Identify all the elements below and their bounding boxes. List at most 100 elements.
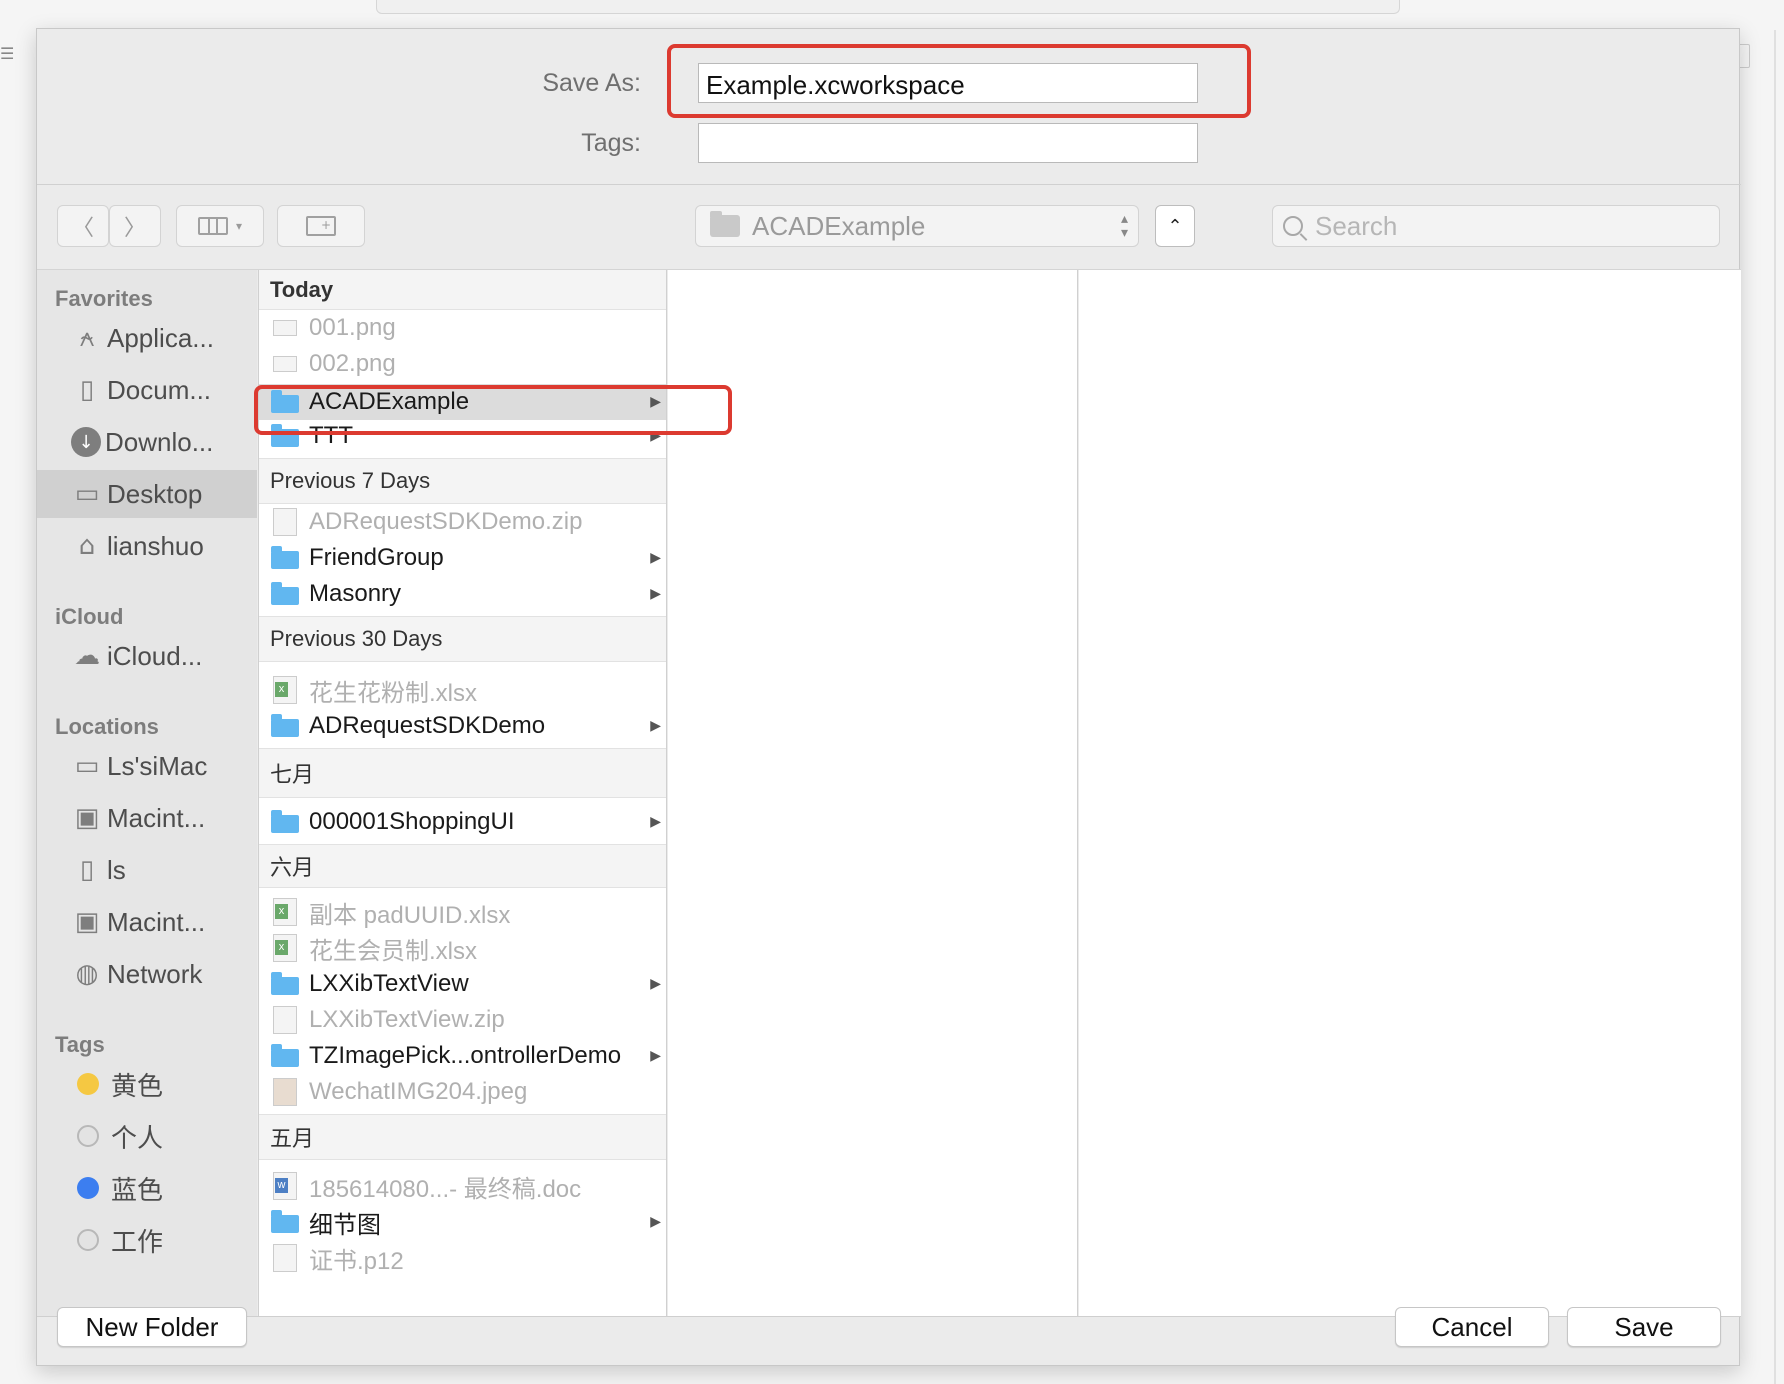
list-item[interactable]: 细节图 ▶ <box>259 1206 666 1239</box>
sidebar-item-mac[interactable]: ▭ Ls'siMac <box>37 742 257 790</box>
list-item[interactable]: 185614080...- 最终稿.doc <box>259 1170 666 1203</box>
list-item[interactable]: 001.png <box>259 312 666 344</box>
toolbar-divider <box>37 184 1741 185</box>
list-item[interactable]: 000001ShoppingUI ▶ <box>259 806 666 838</box>
folder-icon <box>271 1210 299 1233</box>
item-name: 002.png <box>309 350 396 377</box>
item-name: LXXibTextView <box>309 970 469 997</box>
item-name: ADRequestSDKDemo <box>309 712 546 739</box>
sidebar: Favorites ⍲ Applica... ▯ Docum... ↓ Down… <box>37 270 257 1316</box>
sidebar-item-network[interactable]: ◍ Network <box>37 950 257 998</box>
folder-icon <box>271 1044 299 1067</box>
computer-icon: ▭ <box>74 751 100 781</box>
disclosure-arrow-icon: ▶ <box>650 1214 661 1230</box>
sidebar-item-label: Macint... <box>107 906 206 937</box>
chevron-up-icon: ⌃ <box>1167 215 1183 237</box>
sidebar-item-label: 黄色 <box>111 1070 164 1101</box>
save-as-label: Save As: <box>542 69 641 97</box>
background-window-edge <box>1774 30 1776 1384</box>
sidebar-tag-yellow[interactable]: 黄色 <box>37 1060 257 1108</box>
sidebar-item-disk-2[interactable]: ▣ Macint... <box>37 898 257 946</box>
sidebar-tag-work[interactable]: 工作 <box>37 1216 257 1264</box>
section-header: 五月 <box>259 1114 666 1160</box>
folder-icon <box>271 582 299 605</box>
sidebar-item-ls[interactable]: ▯ ls <box>37 846 257 894</box>
sidebar-tag-blue[interactable]: 蓝色 <box>37 1164 257 1212</box>
list-item[interactable]: ADRequestSDKDemo ▶ <box>259 710 666 742</box>
item-name: 花生会员制.xlsx <box>309 937 477 965</box>
list-item[interactable]: 花生会员制.xlsx <box>259 932 666 965</box>
sidebar-item-applications[interactable]: ⍲ Applica... <box>37 314 257 362</box>
view-mode-button[interactable]: ▾ <box>176 205 264 247</box>
documents-icon: ▯ <box>79 375 95 405</box>
disclosure-arrow-icon: ▶ <box>650 976 661 992</box>
section-header: Previous 30 Days <box>259 616 666 662</box>
sidebar-header-icloud: iCloud <box>55 604 124 629</box>
list-item[interactable]: LXXibTextView.zip <box>259 1004 666 1036</box>
tags-label: Tags: <box>581 129 641 157</box>
list-item[interactable]: 副本 padUUID.xlsx <box>259 896 666 929</box>
section-header: 七月 <box>259 748 666 798</box>
folder-icon <box>271 546 299 569</box>
forward-button[interactable]: 〉 <box>109 205 161 247</box>
list-item[interactable]: 花生花粉制.xlsx <box>259 674 666 707</box>
cancel-button[interactable]: Cancel <box>1395 1307 1549 1347</box>
sidebar-item-desktop[interactable]: ▭ Desktop <box>37 470 257 518</box>
sidebar-item-icloud[interactable]: ☁ iCloud... <box>37 632 257 680</box>
back-button[interactable]: 〈 <box>57 205 109 247</box>
tag-dot <box>77 1229 99 1251</box>
image-file-icon <box>273 1078 297 1106</box>
sidebar-item-disk-1[interactable]: ▣ Macint... <box>37 794 257 842</box>
updown-arrows-icon: ▴ ▾ <box>1120 211 1128 241</box>
list-item[interactable]: ADRequestSDKDemo.zip <box>259 506 666 538</box>
drive-icon: ▯ <box>79 855 95 885</box>
item-name: LXXibTextView.zip <box>309 1006 505 1033</box>
list-item[interactable]: WechatIMG204.jpeg <box>259 1076 666 1108</box>
sidebar-item-label: 个人 <box>111 1122 164 1153</box>
sidebar-item-label: Downlo... <box>105 426 214 457</box>
desktop-icon: ▭ <box>74 479 100 509</box>
sidebar-item-documents[interactable]: ▯ Docum... <box>37 366 257 414</box>
image-file-icon <box>273 356 297 372</box>
new-folder-icon: + <box>306 216 336 236</box>
save-button[interactable]: Save <box>1567 1307 1721 1347</box>
collapse-button[interactable]: ⌃ <box>1155 205 1195 247</box>
disclosure-arrow-icon: ▶ <box>650 814 661 830</box>
applications-icon: ⍲ <box>79 322 95 353</box>
list-item[interactable]: LXXibTextView ▶ <box>259 968 666 1000</box>
search-field[interactable]: Search <box>1272 205 1720 247</box>
disclosure-arrow-icon: ▶ <box>650 718 661 734</box>
list-item[interactable]: Masonry ▶ <box>259 578 666 610</box>
spreadsheet-file-icon <box>273 676 297 704</box>
sidebar-item-label: lianshuo <box>107 530 204 561</box>
path-popup[interactable]: ACADExample ▴ ▾ <box>695 205 1139 247</box>
section-header: Previous 7 Days <box>259 458 666 504</box>
sidebar-item-downloads[interactable]: ↓ Downlo... <box>37 418 257 466</box>
folder-icon <box>271 714 299 737</box>
new-folder-button[interactable]: New Folder <box>57 1307 247 1347</box>
section-header: 六月 <box>259 844 666 888</box>
disclosure-arrow-icon: ▶ <box>650 1048 661 1064</box>
annotation-highlight-selected-folder <box>254 385 732 435</box>
list-item[interactable]: FriendGroup ▶ <box>259 542 666 574</box>
sidebar-item-label: Network <box>107 958 203 989</box>
annotation-highlight-save-as <box>667 44 1251 118</box>
image-file-icon <box>273 320 297 336</box>
list-item[interactable]: TZImagePick...ontrollerDemo ▶ <box>259 1040 666 1072</box>
list-item[interactable]: 002.png <box>259 348 666 380</box>
list-item[interactable]: 证书.p12 <box>259 1242 666 1275</box>
item-name: 185614080...- 最终稿.doc <box>309 1175 582 1203</box>
tag-dot <box>77 1073 99 1095</box>
tags-field[interactable] <box>698 123 1198 163</box>
item-name: 证书.p12 <box>309 1247 404 1275</box>
new-folder-toolbar-button[interactable]: + <box>277 205 365 247</box>
folder-icon <box>271 972 299 995</box>
home-icon: ⌂ <box>78 531 96 561</box>
sidebar-item-label: Desktop <box>107 478 203 509</box>
tag-dot <box>77 1125 99 1147</box>
item-name: 细节图 <box>309 1211 381 1239</box>
sidebar-tag-personal[interactable]: 个人 <box>37 1112 257 1160</box>
sidebar-item-home[interactable]: ⌂ lianshuo <box>37 522 257 570</box>
item-name: 副本 padUUID.xlsx <box>309 901 511 929</box>
certificate-file-icon <box>273 1244 297 1272</box>
